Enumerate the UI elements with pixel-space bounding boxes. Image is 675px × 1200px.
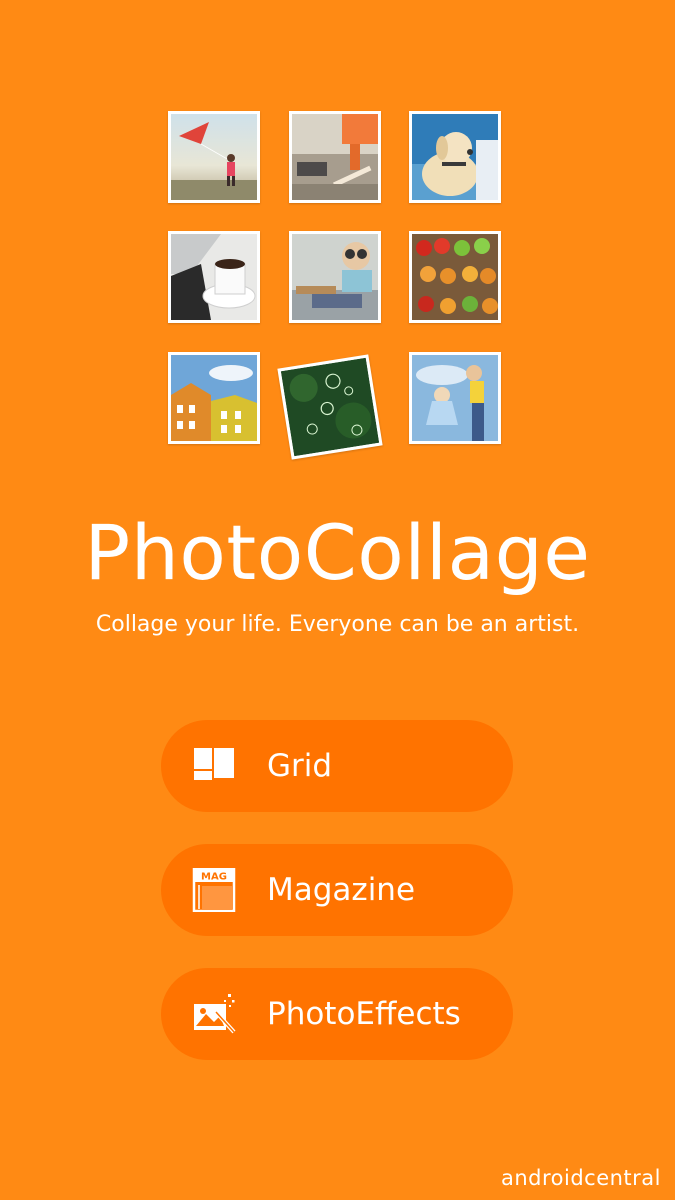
bubbles-photo — [277, 354, 383, 460]
coffee-photo — [168, 231, 260, 323]
app-tagline: Collage your life. Everyone can be an ar… — [95, 612, 580, 637]
aviator-kid-photo — [289, 231, 381, 323]
photoeffects-button[interactable]: PhotoEffects — [161, 968, 513, 1060]
watermark: androidcentral — [500, 1166, 661, 1190]
magazine-icon-text: MAG — [201, 872, 227, 883]
fruit-market-photo — [409, 231, 501, 323]
photo-effects-icon — [194, 994, 236, 1034]
grid-button-label: Grid — [267, 748, 333, 784]
photoeffects-button-label: PhotoEffects — [267, 996, 461, 1032]
grid-icon — [194, 748, 234, 780]
magazine-icon: MAG — [192, 868, 236, 912]
magazine-button-label: Magazine — [267, 872, 416, 908]
app-title: PhotoCollage — [84, 508, 591, 597]
grid-button[interactable]: Grid — [161, 720, 513, 812]
kite-photo — [168, 111, 260, 203]
dog-photo — [409, 111, 501, 203]
child-swing-photo — [409, 352, 501, 444]
magazine-button[interactable]: MAG Magazine — [161, 844, 513, 936]
skateboard-photo — [289, 111, 381, 203]
buildings-photo — [168, 352, 260, 444]
